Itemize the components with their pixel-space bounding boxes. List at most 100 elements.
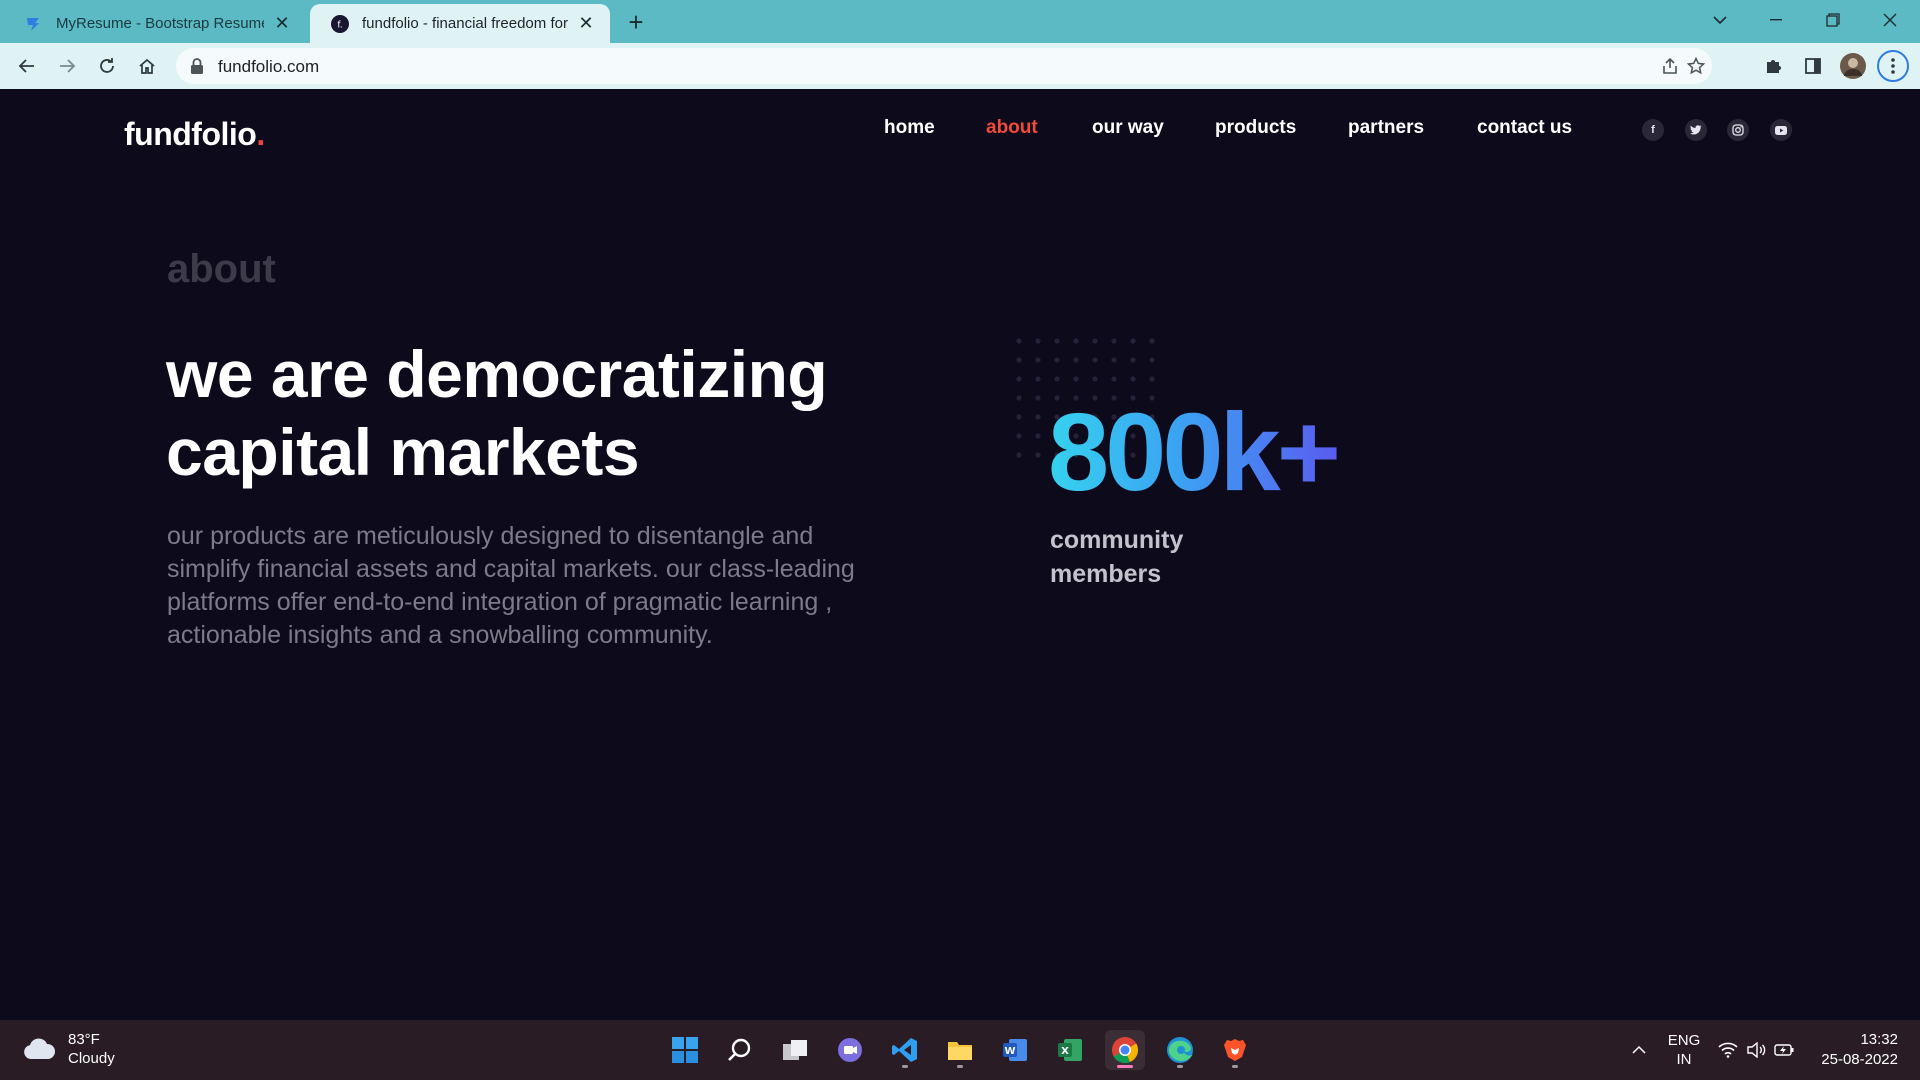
nav-about[interactable]: about (986, 117, 1038, 139)
reload-icon[interactable] (91, 50, 123, 82)
weather-temp: 83°F (68, 1031, 100, 1048)
weather-desc: Cloudy (68, 1050, 115, 1067)
browser-menu-kebab-icon[interactable] (1877, 50, 1909, 82)
task-view-icon[interactable] (775, 1030, 815, 1070)
decorative-dot (1035, 376, 1041, 382)
running-indicator (1117, 1065, 1133, 1068)
about-lead-paragraph: our products are meticulously designed t… (167, 522, 855, 649)
forward-arrow-icon[interactable] (51, 50, 83, 82)
brave-icon[interactable] (1215, 1030, 1255, 1070)
decorative-dot (1035, 414, 1041, 420)
fundfolio-favicon-icon: f. (330, 14, 350, 34)
lang-line-2: IN (1676, 1051, 1692, 1068)
youtube-icon[interactable] (1770, 119, 1792, 141)
nav-products[interactable]: products (1215, 117, 1296, 139)
decorative-dot (1035, 452, 1041, 458)
extensions-puzzle-icon[interactable] (1757, 50, 1789, 82)
decorative-dot (1111, 338, 1117, 344)
restore-icon[interactable] (1805, 0, 1861, 40)
about-headline: we are democratizing capital markets (166, 335, 886, 491)
browser-tab-strip: MyResume - Bootstrap Resume a ✕ f. fundf… (0, 0, 1920, 43)
profile-avatar[interactable] (1837, 50, 1869, 82)
running-indicator (1232, 1065, 1238, 1068)
new-tab-icon[interactable]: + (622, 7, 650, 37)
decorative-dot (1016, 376, 1022, 382)
cloud-icon (24, 1038, 56, 1059)
nav-partners[interactable]: partners (1348, 117, 1424, 139)
tab-title: fundfolio - financial freedom for a (362, 15, 568, 32)
edge-icon[interactable] (1160, 1030, 1200, 1070)
wifi-icon[interactable] (1716, 1020, 1740, 1080)
decorative-dot (1016, 338, 1022, 344)
decorative-dot (1054, 338, 1060, 344)
decorative-dot (1035, 433, 1041, 439)
decorative-dot (1035, 338, 1041, 344)
instagram-icon[interactable] (1727, 119, 1749, 141)
close-tab-icon[interactable]: ✕ (576, 13, 596, 34)
side-panel-icon[interactable] (1797, 50, 1829, 82)
address-bar[interactable]: fundfolio.com (176, 48, 1712, 84)
weather-text: 83°F Cloudy (68, 1030, 115, 1068)
clock-date: 25-08-2022 (1821, 1051, 1898, 1068)
decorative-dot (1111, 357, 1117, 363)
teams-chat-icon[interactable] (830, 1030, 870, 1070)
site-logo[interactable]: fundfolio. (124, 116, 265, 153)
decorative-dot (1016, 452, 1022, 458)
battery-charging-icon[interactable] (1772, 1020, 1796, 1080)
close-window-icon[interactable] (1862, 0, 1918, 40)
back-arrow-icon[interactable] (11, 50, 43, 82)
tab-fundfolio[interactable]: f. fundfolio - financial freedom for a ✕ (310, 4, 610, 43)
twitter-icon[interactable] (1685, 119, 1707, 141)
running-indicator (1177, 1065, 1183, 1068)
show-hidden-icons-chevron-icon[interactable] (1626, 1020, 1652, 1080)
stat-label-line-1: community (1050, 526, 1184, 554)
nav-contact-us[interactable]: contact us (1477, 117, 1572, 139)
svg-text:f.: f. (337, 20, 342, 30)
decorative-dot (1092, 376, 1098, 382)
url-text: fundfolio.com (218, 57, 320, 76)
home-icon[interactable] (131, 50, 163, 82)
svg-text:X: X (1061, 1046, 1069, 1057)
volume-icon[interactable] (1744, 1020, 1768, 1080)
decorative-dot (1092, 357, 1098, 363)
start-windows-icon[interactable] (665, 1030, 705, 1070)
logo-text: fundfolio (124, 116, 257, 152)
language-indicator[interactable]: ENG IN (1662, 1020, 1706, 1080)
decorative-dot (1130, 357, 1136, 363)
tab-myresume[interactable]: MyResume - Bootstrap Resume a ✕ (4, 4, 306, 43)
lock-icon (190, 57, 208, 75)
decorative-dot (1073, 357, 1079, 363)
minimize-icon[interactable] (1748, 0, 1804, 40)
excel-icon[interactable]: X (1050, 1030, 1090, 1070)
close-tab-icon[interactable]: ✕ (272, 13, 292, 34)
community-stat-value: 800k+ (1048, 391, 1341, 514)
facebook-icon[interactable]: f (1642, 119, 1664, 141)
browser-toolbar: fundfolio.com (0, 43, 1920, 89)
share-icon[interactable] (1658, 54, 1682, 78)
chrome-icon[interactable] (1105, 1030, 1145, 1070)
myresume-favicon-icon (24, 14, 44, 34)
decorative-dot (1054, 357, 1060, 363)
bookmark-star-icon[interactable] (1684, 54, 1708, 78)
running-indicator (902, 1065, 908, 1068)
svg-text:W: W (1004, 1046, 1015, 1057)
decorative-dot (1035, 395, 1041, 401)
system-clock[interactable]: 13:32 25-08-2022 (1821, 1030, 1898, 1070)
decorative-dot (1054, 376, 1060, 382)
headline-line-1: we are democratizing (166, 337, 828, 411)
decorative-dot (1092, 338, 1098, 344)
word-icon[interactable]: W (995, 1030, 1035, 1070)
tab-search-chevron-icon[interactable] (1692, 0, 1748, 40)
file-explorer-icon[interactable] (940, 1030, 980, 1070)
search-icon[interactable] (720, 1030, 760, 1070)
logo-dot: . (256, 116, 265, 152)
nav-our-way[interactable]: our way (1092, 117, 1164, 139)
section-label-about: about (167, 247, 276, 291)
decorative-dot (1016, 395, 1022, 401)
stat-label-line-2: members (1050, 560, 1162, 588)
decorative-dot (1149, 357, 1155, 363)
nav-home[interactable]: home (884, 117, 935, 139)
vscode-icon[interactable] (885, 1030, 925, 1070)
decorative-dot (1016, 414, 1022, 420)
weather-widget[interactable]: 83°F Cloudy (22, 1030, 115, 1068)
